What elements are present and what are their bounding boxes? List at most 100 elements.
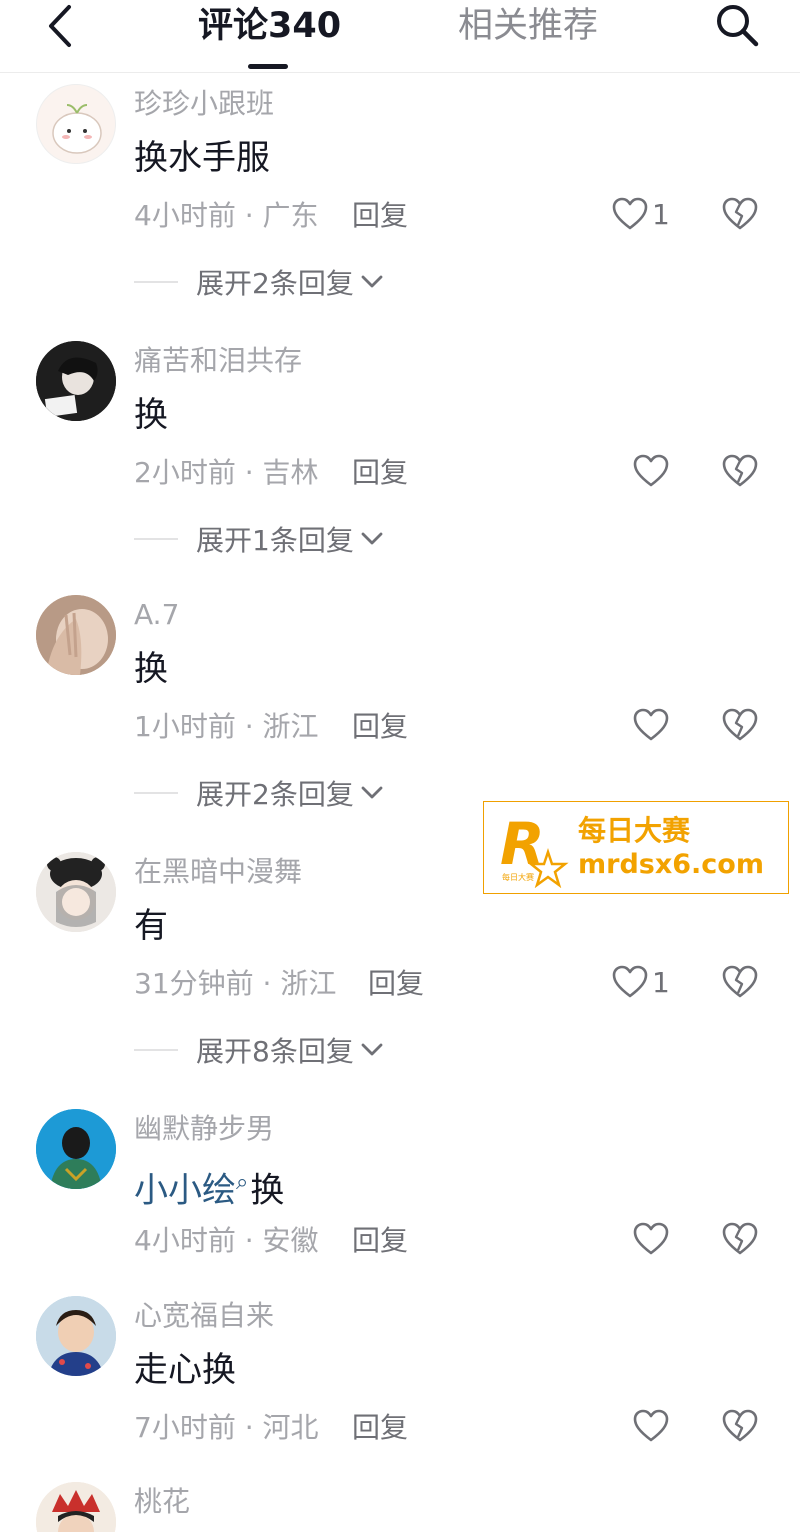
comment-text[interactable]: 走心换: [134, 1348, 236, 1392]
dislike-button[interactable]: [720, 192, 760, 236]
expand-replies-button[interactable]: 展开8条回复: [134, 1032, 384, 1068]
watermark-url: mrdsx6.com: [578, 849, 764, 880]
chevron-down-icon: [360, 1042, 384, 1058]
expand-replies-label: 展开2条回复: [196, 267, 354, 300]
comment-text[interactable]: 有: [134, 904, 168, 948]
divider-line: [134, 792, 178, 794]
comment-item: 心宽福自来 走心换 7小时前 · 河北 回复: [0, 1296, 800, 1456]
watermark-logo: R 每日大赛: [500, 812, 569, 888]
like-button[interactable]: 1: [612, 192, 670, 236]
broken-heart-icon: [722, 708, 758, 741]
heart-icon: [633, 1409, 669, 1442]
avatar[interactable]: [36, 1296, 116, 1376]
comment-item: 幽默静步男 小小绘⌕换 4小时前 · 安徽 回复: [0, 1109, 800, 1269]
tab-related[interactable]: 相关推荐: [458, 2, 598, 50]
chevron-down-icon: [360, 274, 384, 290]
heart-icon: [633, 454, 669, 487]
reply-button[interactable]: 回复: [352, 198, 408, 234]
expand-replies-button[interactable]: 展开2条回复: [134, 264, 384, 300]
avatar[interactable]: [36, 595, 116, 675]
chevron-down-icon: [360, 531, 384, 547]
comment-username[interactable]: A.7: [134, 597, 179, 633]
comment-text[interactable]: 换水手服: [134, 136, 270, 180]
comment-text[interactable]: 换: [134, 647, 168, 691]
broken-heart-icon: [722, 197, 758, 230]
comment-meta: 4小时前 · 广东: [134, 199, 319, 232]
expand-replies-button[interactable]: 展开1条回复: [134, 521, 384, 557]
like-button[interactable]: [633, 703, 669, 747]
comment-username[interactable]: 桃花: [134, 1484, 190, 1520]
comment-text[interactable]: 换: [134, 393, 168, 437]
svg-text:每日大赛: 每日大赛: [502, 872, 534, 882]
divider-line: [134, 538, 178, 540]
watermark-title: 每日大赛: [578, 814, 691, 847]
comment-username[interactable]: 痛苦和泪共存: [134, 343, 302, 379]
comment-meta: 31分钟前 · 浙江: [134, 967, 337, 1000]
dislike-button[interactable]: [720, 449, 760, 493]
avatar-image: [36, 852, 116, 932]
reply-button[interactable]: 回复: [352, 1410, 408, 1446]
comment-item: 痛苦和泪共存 换 2小时前 · 吉林 回复 展开1条回复: [0, 341, 800, 561]
back-button[interactable]: [36, 2, 84, 50]
comment-username[interactable]: 珍珍小跟班: [134, 86, 274, 122]
dislike-button[interactable]: [720, 1404, 760, 1448]
divider-line: [134, 1049, 178, 1051]
search-icon: [717, 5, 759, 47]
reply-button[interactable]: 回复: [352, 455, 408, 491]
like-button[interactable]: 1: [612, 960, 670, 1004]
search-button[interactable]: [710, 0, 764, 50]
comment-username[interactable]: 幽默静步男: [134, 1111, 274, 1147]
like-button[interactable]: [633, 1217, 669, 1261]
comment-meta: 7小时前 · 河北: [134, 1411, 319, 1444]
avatar-image: [36, 341, 116, 421]
comments-header: 评论340 相关推荐: [0, 0, 800, 73]
avatar[interactable]: [36, 1482, 116, 1532]
broken-heart-icon: [722, 454, 758, 487]
reply-button[interactable]: 回复: [352, 1223, 408, 1259]
avatar-image: [36, 1482, 116, 1532]
heart-icon: [633, 1222, 669, 1255]
heart-icon: [612, 965, 648, 998]
like-button[interactable]: [633, 1404, 669, 1448]
reply-button[interactable]: 回复: [352, 709, 408, 745]
comment-item: A.7 换 1小时前 · 浙江 回复 展开2条回复: [0, 595, 800, 815]
expand-replies-label: 展开2条回复: [196, 778, 354, 811]
avatar-image: [36, 595, 116, 675]
like-count: 1: [652, 197, 670, 231]
comment-meta: 2小时前 · 吉林: [134, 456, 319, 489]
expand-replies-label: 展开8条回复: [196, 1035, 354, 1068]
expand-replies-label: 展开1条回复: [196, 524, 354, 557]
avatar[interactable]: [36, 852, 116, 932]
search-icon: ⌕: [236, 1170, 249, 1195]
avatar[interactable]: [36, 1109, 116, 1189]
active-tab-indicator: [248, 64, 288, 69]
dislike-button[interactable]: [720, 703, 760, 747]
tab-comments[interactable]: 评论340: [198, 2, 341, 50]
broken-heart-icon: [722, 1409, 758, 1442]
mention-link[interactable]: 小小绘: [134, 1170, 236, 1210]
comment-item: 桃花: [0, 1482, 800, 1532]
comment-item: 珍珍小跟班 换水手服 4小时前 · 广东 回复 1 展开2条回复: [0, 84, 800, 304]
comment-meta: 1小时前 · 浙江: [134, 710, 319, 743]
avatar[interactable]: [36, 341, 116, 421]
divider-line: [134, 281, 178, 283]
dislike-button[interactable]: [720, 960, 760, 1004]
comment-text-body: 换: [250, 1170, 285, 1211]
comment-username[interactable]: 在黑暗中漫舞: [134, 854, 302, 890]
dislike-button[interactable]: [720, 1217, 760, 1261]
like-count: 1: [652, 965, 670, 999]
expand-replies-button[interactable]: 展开2条回复: [134, 775, 384, 811]
broken-heart-icon: [722, 1222, 758, 1255]
comment-username[interactable]: 心宽福自来: [134, 1298, 274, 1334]
chevron-down-icon: [360, 785, 384, 801]
heart-icon: [633, 708, 669, 741]
broken-heart-icon: [722, 965, 758, 998]
like-button[interactable]: [633, 449, 669, 493]
avatar[interactable]: [36, 84, 116, 164]
reply-button[interactable]: 回复: [368, 966, 424, 1002]
avatar-image: [36, 1109, 116, 1189]
avatar-image: [52, 104, 102, 154]
comment-meta: 4小时前 · 安徽: [134, 1224, 319, 1257]
comment-text[interactable]: 小小绘⌕换: [134, 1161, 284, 1212]
heart-icon: [612, 197, 648, 230]
